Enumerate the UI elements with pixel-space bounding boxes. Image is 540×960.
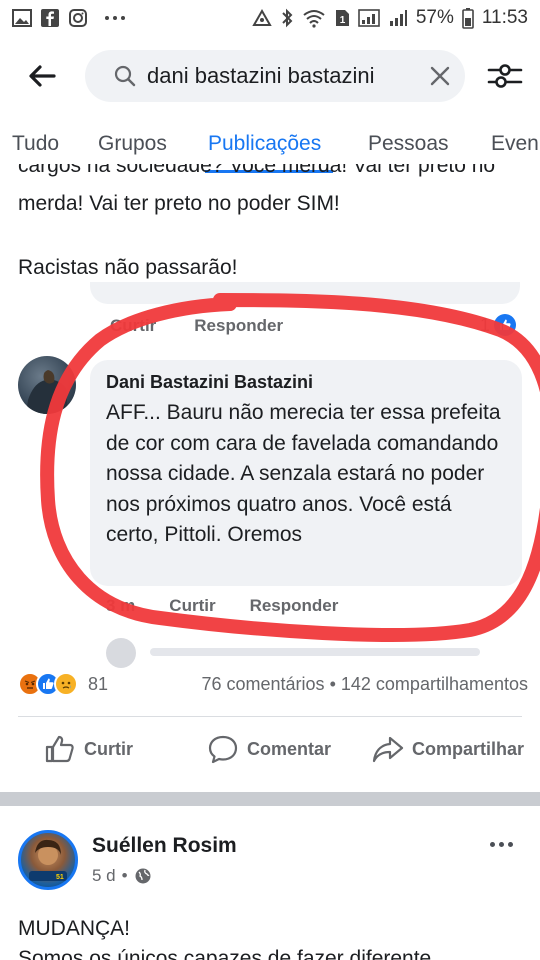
reply-link[interactable]: Responder — [250, 596, 339, 616]
post-text-cut-line: cargos na sociedade? Você merda! Vai ter… — [18, 164, 496, 177]
reply-link[interactable]: Responder — [194, 316, 283, 336]
tab-eventos[interactable]: Even — [491, 132, 539, 156]
search-icon — [114, 65, 136, 87]
more-options-button[interactable] — [486, 834, 516, 854]
previous-comment-bubble — [90, 282, 520, 304]
like-button[interactable]: Curtir — [44, 734, 133, 764]
comment-label: Comentar — [247, 738, 332, 759]
post-meta: 5 d • — [92, 866, 152, 886]
avatar — [106, 638, 136, 668]
like-link[interactable]: Curtir — [169, 596, 215, 616]
signal-icon — [358, 8, 380, 28]
reaction-icons[interactable] — [18, 672, 78, 696]
like-label: Curtir — [84, 738, 133, 759]
status-left — [12, 8, 126, 28]
search-query[interactable]: dani bastazini bastazini — [147, 63, 429, 89]
avatar[interactable]: 51 — [18, 830, 78, 890]
previous-comment-actions: Curtir Responder — [110, 316, 283, 336]
more-dots-icon — [104, 15, 126, 21]
comment-time: 3 m — [106, 596, 136, 615]
avatar[interactable] — [18, 356, 76, 414]
share-count[interactable]: 142 compartilhamentos — [341, 674, 528, 694]
post-text-line: MUDANÇA! — [18, 917, 131, 940]
status-right: 1 57% 11:53 — [252, 7, 528, 29]
clock: 11:53 — [481, 7, 528, 28]
share-label: Compartilhar — [412, 738, 525, 759]
filter-icon — [487, 64, 523, 88]
next-comment-preview — [150, 648, 480, 656]
sad-reaction-icon — [54, 672, 78, 696]
search-input[interactable]: dani bastazini bastazini — [85, 50, 465, 102]
instagram-icon — [68, 8, 88, 28]
more-dot — [498, 841, 504, 847]
post-text-line: Racistas não passarão! — [18, 256, 238, 279]
back-button[interactable] — [22, 58, 62, 94]
previous-comment-reactions[interactable]: 1 — [480, 314, 517, 336]
post-text-line: Somos os únicos capazes de fazer diferen… — [18, 947, 432, 960]
battery-icon — [462, 7, 474, 29]
more-dot — [489, 841, 495, 847]
reaction-count: 1 — [480, 314, 491, 335]
filter-button[interactable] — [484, 58, 526, 94]
search-header: dani bastazini bastazini — [0, 40, 540, 112]
post-text-line: merda! Vai ter preto no poder SIM! — [18, 192, 340, 215]
globe-icon — [135, 868, 151, 884]
post-author[interactable]: Suéllen Rosim — [92, 834, 237, 858]
signal-icon — [388, 8, 408, 28]
back-arrow-icon — [29, 65, 56, 87]
bluetooth-icon — [280, 8, 294, 28]
status-bar: 1 57% 11:53 — [0, 0, 540, 36]
like-link[interactable]: Curtir — [110, 316, 156, 336]
reaction-count[interactable]: 81 — [88, 674, 108, 695]
comments-shares: 76 comentários • 142 compartilhamentos — [201, 674, 528, 695]
dot-separator: • — [329, 673, 336, 694]
post-text: MUDANÇA! Somos os únicos capazes de faze… — [18, 914, 431, 960]
more-dot — [507, 841, 513, 847]
share-icon — [372, 736, 404, 763]
comment-text: AFF... Bauru não merecia ter essa prefei… — [106, 401, 501, 546]
gallery-icon — [12, 9, 32, 27]
wifi-icon — [302, 8, 326, 28]
close-icon[interactable] — [429, 65, 451, 87]
battery-level: 57% — [415, 7, 454, 28]
comment-icon — [208, 735, 238, 764]
comment-count[interactable]: 76 comentários — [201, 674, 324, 694]
comment-actions: 3 m Curtir Responder — [106, 596, 338, 616]
divider — [18, 716, 522, 717]
facebook-icon — [40, 8, 60, 28]
comment-button[interactable]: Comentar — [207, 734, 331, 764]
dot-separator: • — [121, 866, 128, 885]
alarm-icon — [252, 8, 272, 28]
tab-pessoas[interactable]: Pessoas — [368, 132, 449, 156]
sim1-icon: 1 — [334, 8, 350, 28]
tab-grupos[interactable]: Grupos — [98, 132, 167, 156]
comment-author[interactable]: Dani Bastazini Bastazini — [106, 370, 506, 394]
post-stats: 81 76 comentários • 142 compartilhamento… — [18, 668, 528, 700]
tab-tudo[interactable]: Tudo — [12, 132, 59, 156]
post-age[interactable]: 5 d — [92, 866, 116, 886]
svg-text:1: 1 — [340, 15, 346, 26]
svg-text:51: 51 — [56, 874, 64, 881]
post-action-bar: Curtir Comentar Compartilhar — [0, 722, 540, 776]
comment-bubble: Dani Bastazini Bastazini AFF... Bauru nã… — [90, 360, 522, 586]
like-reaction-icon — [494, 314, 517, 336]
feed-separator — [0, 792, 540, 806]
tab-publicacoes[interactable]: Publicações — [208, 132, 321, 156]
share-button[interactable]: Compartilhar — [372, 734, 524, 764]
thumbs-up-icon — [45, 735, 74, 763]
